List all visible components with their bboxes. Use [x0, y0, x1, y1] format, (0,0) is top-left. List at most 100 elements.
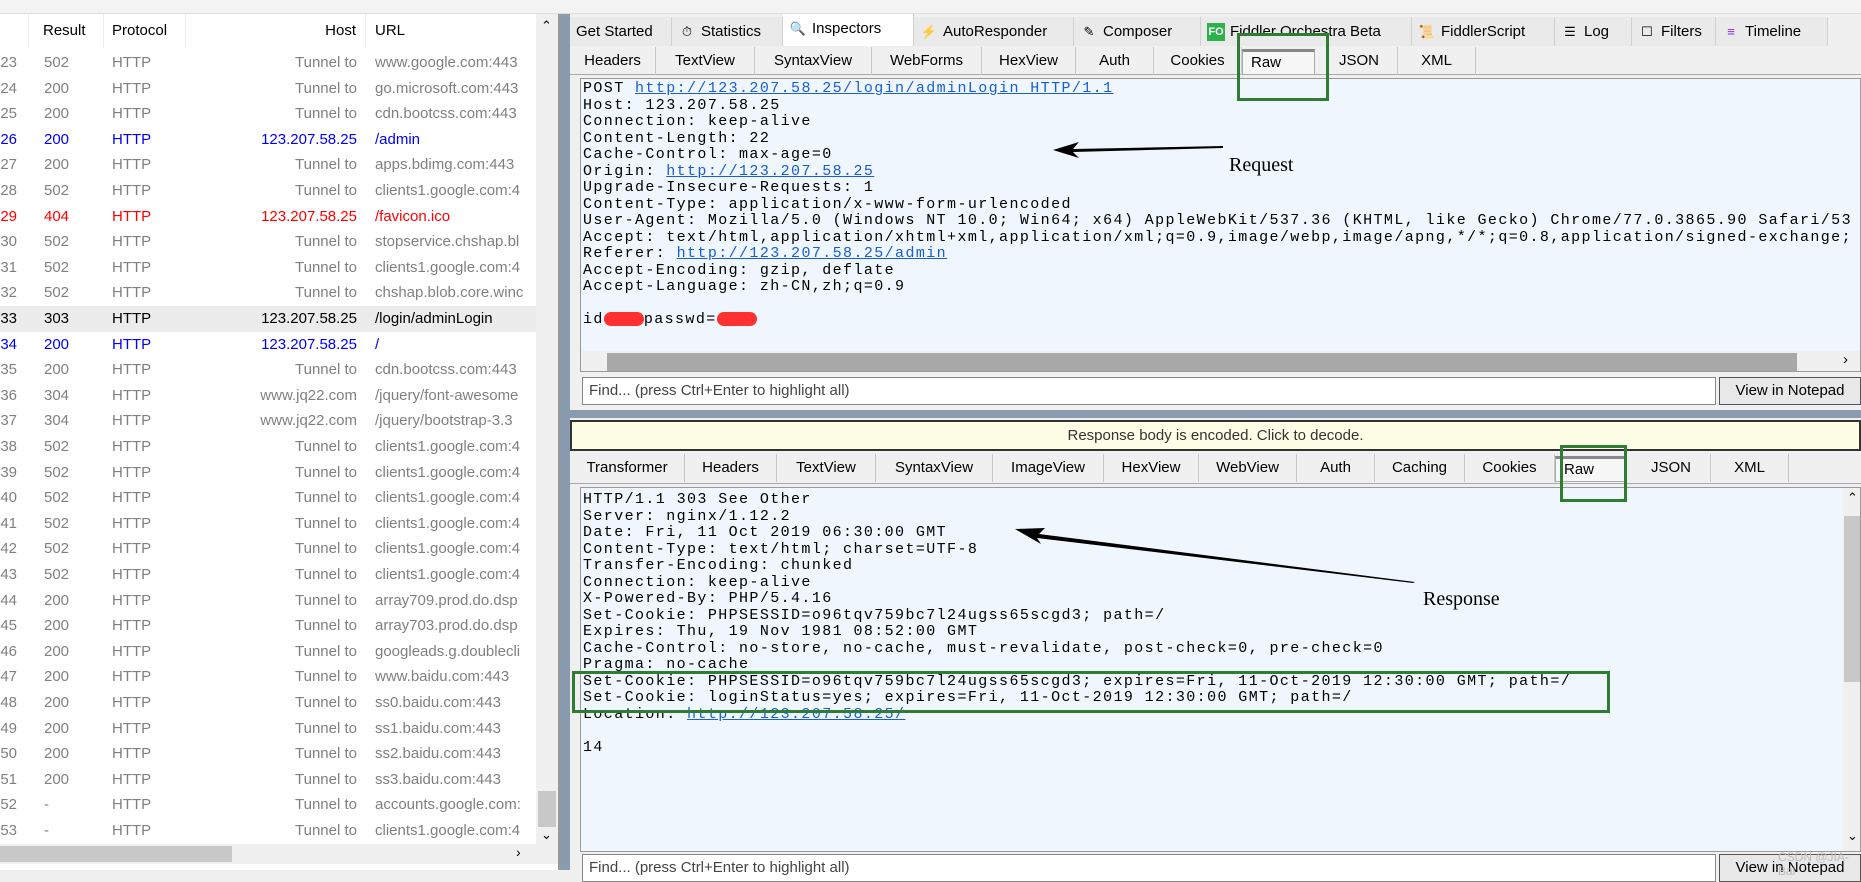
scroll-up-icon[interactable]: ⌃ — [1847, 490, 1858, 506]
request-horizontal-scrollbar[interactable]: › — [581, 351, 1860, 371]
session-row[interactable]: 542 502 HTTP Tunnel to clients1.google.com:4 — [0, 536, 536, 562]
tab-timeline[interactable]: ≡ Timeline — [1716, 17, 1828, 46]
response-tab-hexview[interactable]: HexView — [1104, 454, 1199, 482]
session-url: clients1.google.com:4 — [375, 489, 521, 507]
request-raw-view[interactable]: POST http://123.207.58.25/login/adminLog… — [580, 78, 1861, 372]
scroll-down-icon[interactable]: ⌄ — [1847, 828, 1858, 844]
response-find-input[interactable]: Find... (press Ctrl+Enter to highlight a… — [582, 854, 1716, 882]
session-row[interactable]: 527 200 HTTP Tunnel to apps.bdimg.com:443 — [0, 152, 536, 178]
column-header-host[interactable]: Host — [186, 14, 366, 48]
session-row[interactable]: 553 - HTTP Tunnel to clients1.google.com:4 — [0, 818, 536, 843]
request-find-input[interactable]: Find... (press Ctrl+Enter to highlight a… — [582, 377, 1716, 405]
request-raw-text[interactable]: POST http://123.207.58.25/login/adminLog… — [583, 80, 1852, 329]
session-row[interactable]: 543 502 HTTP Tunnel to clients1.google.com:4 — [0, 562, 536, 588]
session-row[interactable]: 536 304 HTTP www.jq22.com/jquery/font-aweso… — [0, 383, 536, 409]
session-row[interactable]: 541 502 HTTP Tunnel to clients1.google.com:4 — [0, 511, 536, 537]
sessions-horizontal-scrollbar[interactable]: › — [0, 844, 558, 864]
session-id: 541 — [0, 514, 18, 532]
session-row[interactable]: 550 200 HTTP Tunnel to ss2.baidu.com:443 — [0, 741, 536, 767]
session-row[interactable]: 539 502 HTTP Tunnel to clients1.google.com:4 — [0, 460, 536, 486]
response-tab-textview[interactable]: TextView — [777, 454, 876, 482]
scroll-up-icon[interactable]: ⌃ — [541, 18, 552, 34]
session-row[interactable]: 549 200 HTTP Tunnel to ss1.baidu.com:443 — [0, 716, 536, 742]
response-tab-xml[interactable]: XML — [1711, 454, 1789, 482]
session-row[interactable]: 534 200 HTTP 123.207.58.25 / — [0, 332, 536, 358]
request-link[interactable]: http://123.207.58.25/admin — [677, 245, 947, 262]
session-row[interactable]: 551 200 HTTP Tunnel to ss3.baidu.com:443 — [0, 767, 536, 793]
tab-fiddlerscript[interactable]: 📜 FiddlerScript — [1412, 17, 1555, 46]
session-row[interactable]: 526 200 HTTP 123.207.58.25/admin — [0, 127, 536, 153]
session-host: Tunnel to — [295, 54, 357, 71]
sessions-header: Result Protocol Host URL — [0, 14, 536, 48]
decode-banner[interactable]: Response body is encoded. Click to decod… — [570, 420, 1861, 451]
tab-filters[interactable]: ☐ Filters — [1632, 17, 1716, 46]
response-tab-caching[interactable]: Caching — [1375, 454, 1465, 482]
tab-get-started[interactable]: Get Started — [570, 17, 672, 46]
response-tab-json[interactable]: JSON — [1632, 454, 1711, 482]
request-tab-json[interactable]: JSON — [1321, 47, 1398, 75]
scroll-right-icon[interactable]: › — [516, 844, 521, 860]
request-tab-textview[interactable]: TextView — [656, 47, 755, 75]
session-row[interactable]: 533 303 HTTP 123.207.58.25/login/adminLogin — [0, 306, 536, 332]
session-row[interactable]: 545 200 HTTP Tunnel to array703.prod.do.dsp — [0, 613, 536, 639]
session-row[interactable]: 523 502 HTTP Tunnel to www.google.com:443 — [0, 50, 536, 76]
request-view-in-notepad-button[interactable]: View in Notepad — [1719, 377, 1861, 405]
watermark: CSDN @JIA-Bai — [1778, 850, 1849, 878]
tab-log[interactable]: ☰ Log — [1555, 17, 1632, 46]
request-tab-hexview[interactable]: HexView — [982, 47, 1076, 75]
scroll-right-icon[interactable]: › — [1843, 351, 1848, 368]
inspector-splitter[interactable] — [570, 410, 1861, 418]
session-row[interactable]: 525 200 HTTP Tunnel to cdn.bootcss.com:443 — [0, 101, 536, 127]
response-tab-imageview[interactable]: ImageView — [993, 454, 1104, 482]
session-result: 502 — [44, 182, 70, 199]
tab-statistics[interactable]: ⏱ Statistics — [672, 17, 783, 46]
session-row[interactable]: 546 200 HTTP Tunnel to googleads.g.doublecli — [0, 639, 536, 665]
session-row[interactable]: 528 502 HTTP Tunnel to clients1.google.com:4 — [0, 178, 536, 204]
session-row[interactable]: 531 502 HTTP Tunnel to clients1.google.com:4 — [0, 255, 536, 281]
request-tab-syntaxview[interactable]: SyntaxView — [755, 47, 872, 75]
session-row[interactable]: 548 200 HTTP Tunnel to ss0.baidu.com:443 — [0, 690, 536, 716]
column-header-url[interactable]: URL — [366, 14, 536, 48]
response-tab-webview[interactable]: WebView — [1199, 454, 1297, 482]
response-tab-cookies[interactable]: Cookies — [1465, 454, 1555, 482]
session-row[interactable]: 532 502 HTTP Tunnel to chshap.blob.core.winc — [0, 280, 536, 306]
column-header-protocol[interactable]: Protocol — [104, 14, 186, 48]
session-row[interactable]: 529 404 HTTP 123.207.58.25/favicon.ico — [0, 204, 536, 230]
session-row[interactable]: 537 304 HTTP www.jq22.com/jquery/bootstrap-… — [0, 408, 536, 434]
sessions-scroll-thumb[interactable] — [538, 791, 556, 827]
column-header-result[interactable]: Result — [29, 14, 104, 48]
sessions-hscroll-thumb[interactable] — [0, 846, 232, 862]
tab-composer[interactable]: ✎ Composer — [1074, 17, 1201, 46]
panel-splitter[interactable] — [560, 14, 570, 870]
tab-label: Log — [1584, 23, 1610, 40]
request-tab-cookies[interactable]: Cookies — [1154, 47, 1242, 75]
session-row[interactable]: 544 200 HTTP Tunnel to array709.prod.do.dsp — [0, 588, 536, 614]
response-scroll-thumb[interactable] — [1844, 516, 1860, 682]
request-tab-auth[interactable]: Auth — [1076, 47, 1154, 75]
request-link[interactable]: http://123.207.58.25 — [666, 163, 874, 180]
tab-autoresponder[interactable]: ⚡ AutoResponder — [914, 17, 1074, 46]
session-row[interactable]: 524 200 HTTP Tunnel to go.microsoft.com:443 — [0, 76, 536, 102]
tab-inspectors[interactable]: 🔍 Inspectors — [783, 14, 914, 46]
session-host: Tunnel to — [295, 770, 357, 788]
response-tab-syntaxview[interactable]: SyntaxView — [876, 454, 993, 482]
sessions-vertical-scrollbar[interactable]: ⌃ ⌄ — [536, 14, 558, 844]
session-row[interactable]: 552 - HTTP Tunnel to accounts.google.com: — [0, 792, 536, 818]
session-row[interactable]: 535 200 HTTP Tunnel to cdn.bootcss.com:443 — [0, 357, 536, 383]
request-tab-xml[interactable]: XML — [1398, 47, 1476, 75]
request-link[interactable]: http://123.207.58.25/login/adminLogin HT… — [635, 80, 1113, 97]
request-tab-headers[interactable]: Headers — [570, 47, 656, 75]
scroll-down-icon[interactable]: ⌄ — [541, 827, 552, 843]
request-tab-webforms[interactable]: WebForms — [872, 47, 982, 75]
response-tab-transformer[interactable]: Transformer — [570, 454, 685, 482]
response-vertical-scrollbar[interactable]: ⌃ ⌄ — [1843, 488, 1860, 851]
request-hscroll-thumb[interactable] — [607, 353, 1797, 371]
response-tab-headers[interactable]: Headers — [685, 454, 777, 482]
session-row[interactable]: 540 502 HTTP Tunnel to clients1.google.com:4 — [0, 485, 536, 511]
session-row[interactable]: 538 502 HTTP Tunnel to clients1.google.com:4 — [0, 434, 536, 460]
session-row[interactable]: 530 502 HTTP Tunnel to stopservice.chshap.bl — [0, 229, 536, 255]
session-id: 543 — [0, 566, 18, 583]
column-header-id[interactable] — [0, 14, 29, 48]
session-row[interactable]: 547 200 HTTP Tunnel to www.baidu.com:443 — [0, 664, 536, 690]
response-tab-auth[interactable]: Auth — [1297, 454, 1375, 482]
